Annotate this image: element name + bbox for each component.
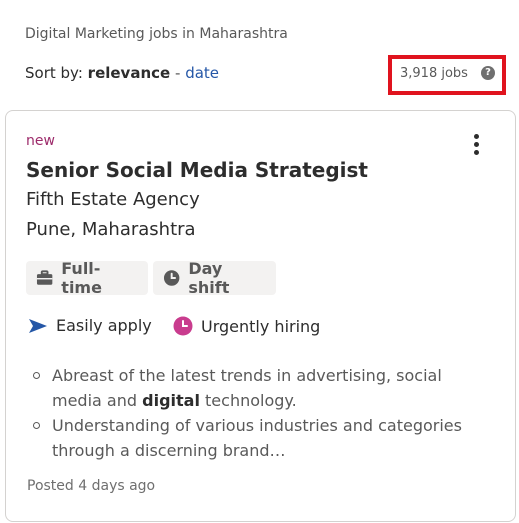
new-badge: new xyxy=(26,133,55,149)
shift-label: Day shift xyxy=(188,259,230,297)
job-location: Pune, Maharashtra xyxy=(26,219,196,240)
job-snippet: Abreast of the latest trends in advertis… xyxy=(30,363,490,463)
send-arrow-icon xyxy=(29,318,47,333)
urgent-clock-icon xyxy=(173,316,193,336)
snippet-highlight: digital xyxy=(142,391,200,410)
job-type-tag: Full-time xyxy=(26,259,148,297)
breadcrumb: Digital Marketing jobs in Maharashtra xyxy=(25,26,288,42)
clock-icon xyxy=(163,270,180,286)
urgently-hiring-label: Urgently hiring xyxy=(201,316,321,336)
company-name: Fifth Estate Agency xyxy=(26,189,200,210)
shift-tag: Day shift xyxy=(153,259,276,297)
sort-separator: - xyxy=(174,64,181,82)
easily-apply-label: Easily apply xyxy=(56,316,152,335)
sort-control: Sort by: relevance - date xyxy=(25,64,219,82)
job-title[interactable]: Senior Social Media Strategist xyxy=(26,158,368,182)
urgently-hiring-feature: Urgently hiring xyxy=(173,316,320,336)
posted-date: Posted 4 days ago xyxy=(27,478,156,494)
help-icon[interactable]: ? xyxy=(481,66,495,80)
briefcase-icon xyxy=(36,270,53,285)
sort-label: Sort by: xyxy=(25,64,83,82)
sort-date-link[interactable]: date xyxy=(185,64,219,82)
snippet-item: Understanding of various industries and … xyxy=(30,413,490,463)
job-type-label: Full-time xyxy=(61,259,102,297)
job-count: 3,918 jobs xyxy=(400,66,468,81)
snippet-item: Abreast of the latest trends in advertis… xyxy=(30,363,490,413)
easily-apply-feature: Easily apply xyxy=(28,316,152,335)
sort-relevance[interactable]: relevance xyxy=(88,64,171,82)
more-options-icon[interactable] xyxy=(465,134,487,162)
